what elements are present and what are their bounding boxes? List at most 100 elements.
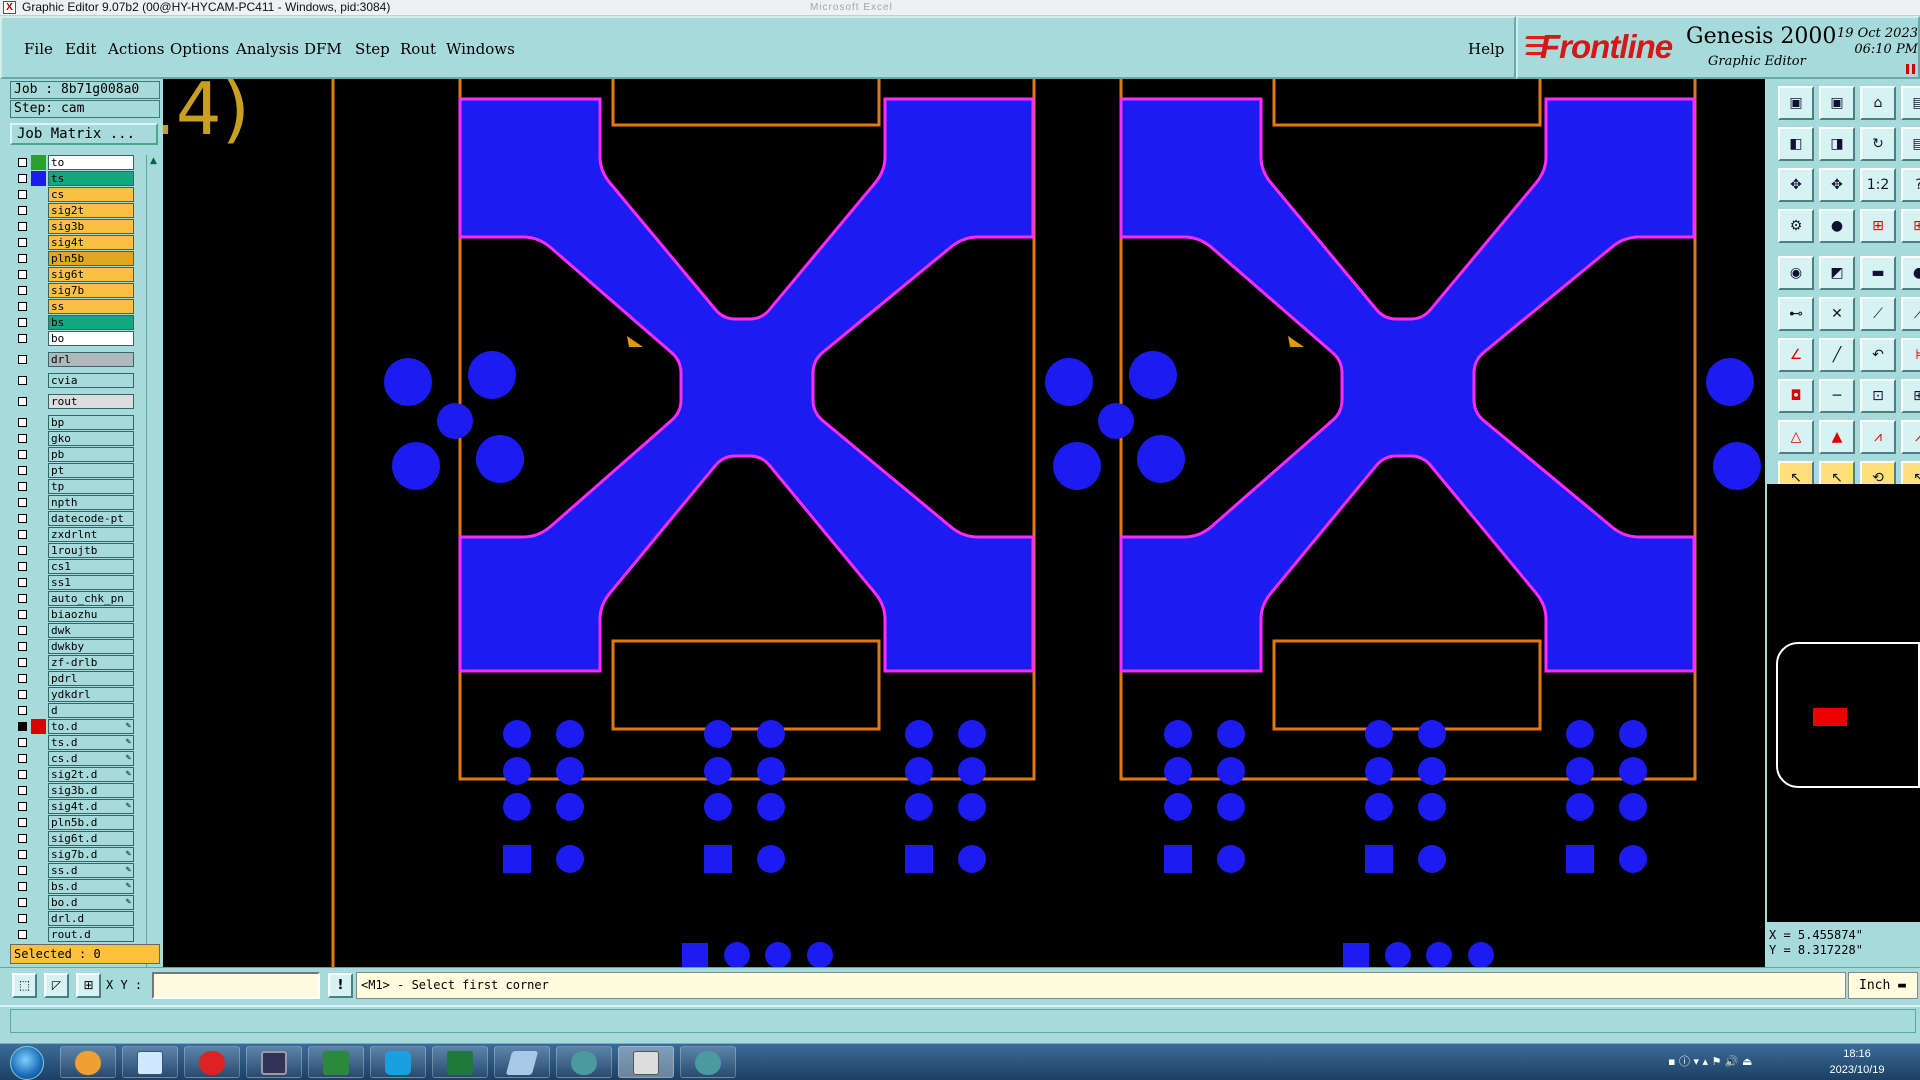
layer-name[interactable]: cs.d ✎	[48, 751, 134, 766]
layer-color-swatch[interactable]	[31, 315, 46, 330]
layer-row[interactable]: cs.d ✎	[12, 751, 134, 766]
layer-name[interactable]: ss.d ✎	[48, 863, 134, 878]
step-icon[interactable]: ↻	[1860, 127, 1896, 161]
window-icon[interactable]: ▤	[1901, 86, 1920, 120]
taskbar-app-notepad[interactable]	[122, 1046, 178, 1078]
layer-checkbox[interactable]	[18, 802, 27, 811]
layer-row[interactable]: sig2t.d ✎	[12, 767, 134, 782]
layer-name[interactable]: pb	[48, 447, 134, 462]
warning-icon[interactable]: !	[328, 973, 353, 998]
layer-color-swatch[interactable]	[31, 815, 46, 830]
layer-color-swatch[interactable]	[31, 847, 46, 862]
cross-icon[interactable]: ✕	[1819, 297, 1855, 331]
layer-name[interactable]: npth	[48, 495, 134, 510]
layer-checkbox[interactable]	[18, 754, 27, 763]
layer-color-swatch[interactable]	[31, 575, 46, 590]
layer-name[interactable]: cs1	[48, 559, 134, 574]
layer-row[interactable]: drl	[12, 352, 134, 367]
layer-row[interactable]: 1roujtb	[12, 543, 134, 558]
layer-name[interactable]: biaozhu	[48, 607, 134, 622]
fit-icon[interactable]: ✥	[1778, 168, 1814, 202]
layer-name[interactable]: zxdrlnt	[48, 527, 134, 542]
layer-row[interactable]: sig7b	[12, 283, 134, 298]
layer-color-swatch[interactable]	[31, 767, 46, 782]
layer-color-swatch[interactable]	[31, 495, 46, 510]
layer-name[interactable]: sig7b.d ✎	[48, 847, 134, 862]
layer-checkbox[interactable]	[18, 722, 27, 731]
layer-row[interactable]: biaozhu	[12, 607, 134, 622]
layer-color-swatch[interactable]	[31, 463, 46, 478]
layer-checkbox[interactable]	[18, 930, 27, 939]
layer-name[interactable]: cvia	[48, 373, 134, 388]
layer-row[interactable]: gko	[12, 431, 134, 446]
layer-name[interactable]: sig4t	[48, 235, 134, 250]
layer-name[interactable]: bo	[48, 331, 134, 346]
layer-row[interactable]: ss.d ✎	[12, 863, 134, 878]
layer-checkbox[interactable]	[18, 770, 27, 779]
taskbar-app-green[interactable]	[308, 1046, 364, 1078]
layer-row[interactable]: zxdrlnt	[12, 527, 134, 542]
layer-checkbox[interactable]	[18, 466, 27, 475]
layer-row[interactable]: pdrl	[12, 671, 134, 686]
layer-color-swatch[interactable]	[31, 155, 46, 170]
layer-row[interactable]: pb	[12, 447, 134, 462]
layer-name[interactable]: gko	[48, 431, 134, 446]
slash-icon[interactable]: ╱	[1819, 338, 1855, 372]
menu-options[interactable]: Options	[170, 40, 229, 58]
layer-down-icon[interactable]: ▣	[1819, 86, 1855, 120]
layer-name[interactable]: pdrl	[48, 671, 134, 686]
xy-input[interactable]	[152, 972, 320, 999]
layer-checkbox[interactable]	[18, 514, 27, 523]
layer-checkbox[interactable]	[18, 834, 27, 843]
layer-name[interactable]: bp	[48, 415, 134, 430]
layer-color-swatch[interactable]	[31, 735, 46, 750]
pad-red-icon[interactable]: ◘	[1778, 379, 1814, 413]
layer-color-swatch[interactable]	[31, 671, 46, 686]
layer-name[interactable]: bs	[48, 315, 134, 330]
mini-map[interactable]	[1776, 642, 1920, 788]
job-matrix-button[interactable]: Job Matrix ...	[10, 123, 158, 145]
layer-checkbox[interactable]	[18, 818, 27, 827]
layer-name[interactable]: pt	[48, 463, 134, 478]
layer-checkbox[interactable]	[18, 738, 27, 747]
layer-name[interactable]: drl	[48, 352, 134, 367]
layer-row[interactable]: drl.d	[12, 911, 134, 926]
layer-row[interactable]: sig7b.d ✎	[12, 847, 134, 862]
layer-checkbox[interactable]	[18, 222, 27, 231]
layer-checkbox[interactable]	[18, 318, 27, 327]
layer-color-swatch[interactable]	[31, 527, 46, 542]
layer-row[interactable]: to.d ✎	[12, 719, 134, 734]
layer-color-swatch[interactable]	[31, 203, 46, 218]
layer-row[interactable]: pt	[12, 463, 134, 478]
layer-name[interactable]: sig3b	[48, 219, 134, 234]
point-icon[interactable]: ⟋	[1860, 297, 1896, 331]
layer-color-swatch[interactable]	[31, 591, 46, 606]
home-icon[interactable]: ⌂	[1860, 86, 1896, 120]
layer-checkbox[interactable]	[18, 397, 27, 406]
layer-name[interactable]: ydkdrl	[48, 687, 134, 702]
layer-name[interactable]: tp	[48, 479, 134, 494]
layer-color-swatch[interactable]	[31, 655, 46, 670]
layer-checkbox[interactable]	[18, 286, 27, 295]
layer-color-swatch[interactable]	[31, 373, 46, 388]
layer-checkbox[interactable]	[18, 610, 27, 619]
layer-checkbox[interactable]	[18, 530, 27, 539]
layer-color-swatch[interactable]	[31, 639, 46, 654]
layer-color-swatch[interactable]	[31, 267, 46, 282]
layer-color-swatch[interactable]	[31, 511, 46, 526]
net-red-icon[interactable]: ⊞	[1860, 209, 1896, 243]
layer-name[interactable]: sig6t	[48, 267, 134, 282]
layer-name[interactable]: sig2t.d ✎	[48, 767, 134, 782]
menu-analysis[interactable]: Analysis	[236, 40, 299, 58]
layer-row[interactable]: tp	[12, 479, 134, 494]
layer-checkbox[interactable]	[18, 914, 27, 923]
layer-name[interactable]: sig7b	[48, 283, 134, 298]
layer-checkbox[interactable]	[18, 498, 27, 507]
layer-row[interactable]: sig4t	[12, 235, 134, 250]
snapshot-icon[interactable]: ◉	[1778, 256, 1814, 290]
layer-row[interactable]: sig2t	[12, 203, 134, 218]
layer-checkbox[interactable]	[18, 866, 27, 875]
layer-name[interactable]: sig6t.d	[48, 831, 134, 846]
triangle-icon[interactable]: △	[1778, 420, 1814, 454]
layer-name[interactable]: cs	[48, 187, 134, 202]
